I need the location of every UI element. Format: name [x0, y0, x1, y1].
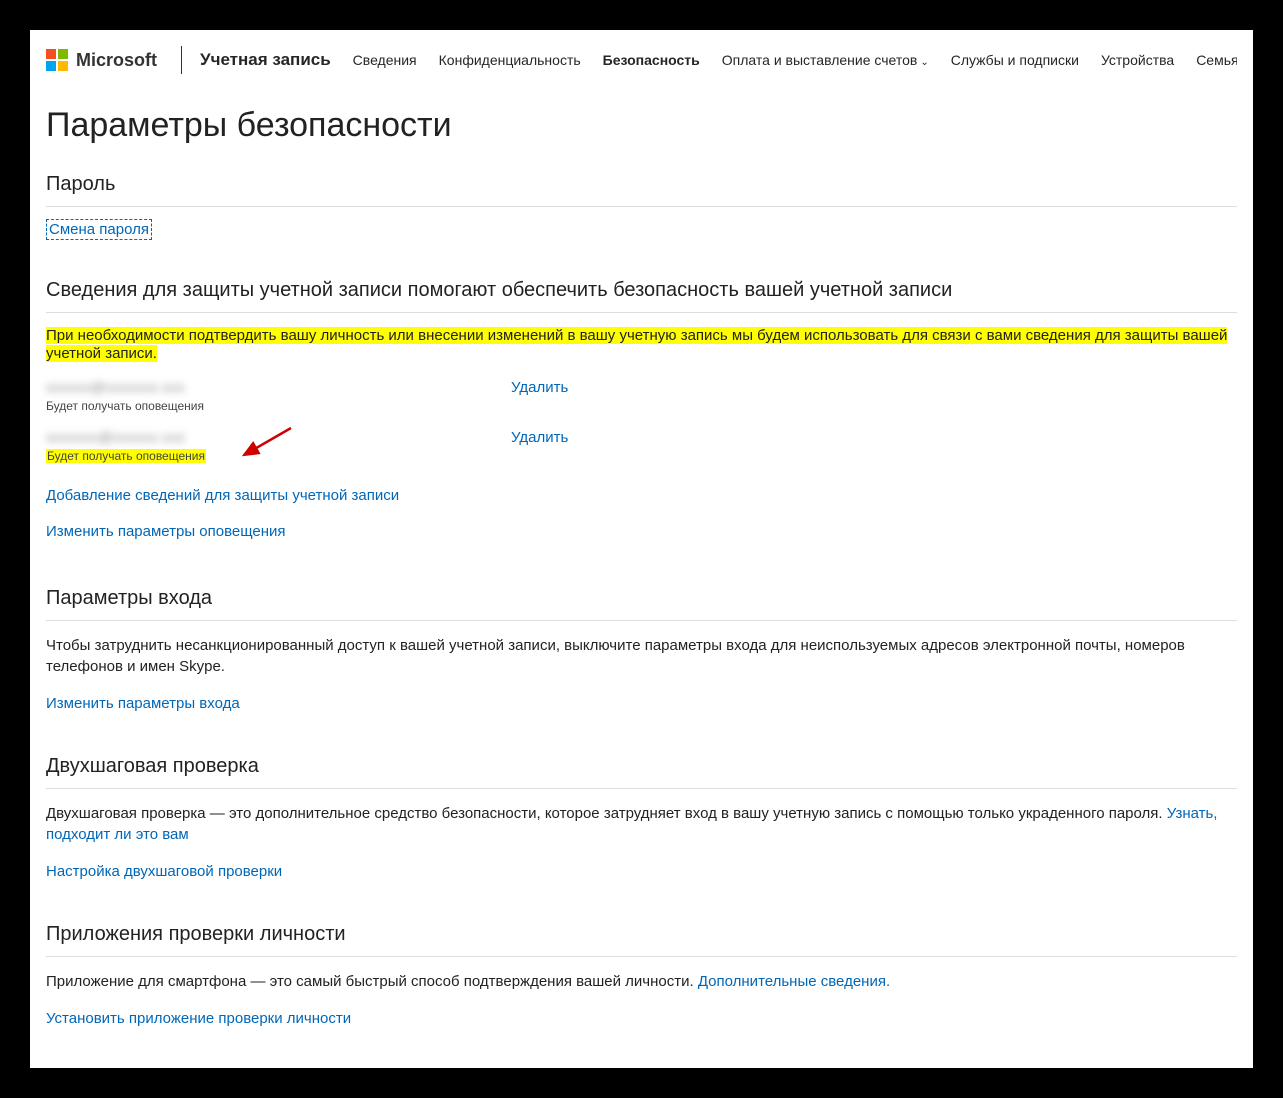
main-nav: Учетная запись Сведения Конфиденциальнос…: [200, 50, 1237, 70]
protection-email-1: xxxxxx@xxxxxxx.xxx: [46, 379, 511, 395]
signin-heading: Параметры входа: [46, 587, 1237, 610]
chevron-down-icon: ⌄: [920, 57, 928, 68]
protection-entry-2: xxxxxxx@xxxxxx.xxx Будет получать оповещ…: [46, 429, 1237, 465]
microsoft-logo-icon: [46, 49, 68, 71]
change-alerts-link[interactable]: Изменить параметры оповещения: [46, 523, 286, 540]
content: Параметры безопасности Пароль Смена паро…: [30, 86, 1253, 1068]
protection-highlighted-text: При необходимости подтвердить вашу лично…: [46, 327, 1227, 362]
separator: [46, 206, 1237, 207]
nav-privacy[interactable]: Конфиденциальность: [439, 52, 581, 68]
identity-apps-setup-link[interactable]: Установить приложение проверки личности: [46, 1010, 351, 1027]
separator: [46, 956, 1237, 957]
nav-info[interactable]: Сведения: [353, 52, 417, 68]
separator: [46, 312, 1237, 313]
nav-security[interactable]: Безопасность: [603, 52, 700, 68]
nav-billing[interactable]: Оплата и выставление счетов⌄: [722, 52, 929, 68]
brand-text: Microsoft: [76, 50, 157, 71]
nav-family[interactable]: Семья: [1196, 52, 1237, 68]
nav-divider: [181, 46, 182, 74]
identity-apps-more-link[interactable]: Дополнительные сведения.: [698, 973, 890, 990]
separator: [46, 620, 1237, 621]
delete-link-2[interactable]: Удалить: [511, 429, 568, 446]
nav-services[interactable]: Службы и подписки: [951, 52, 1079, 68]
password-heading: Пароль: [46, 173, 1237, 196]
signin-body: Чтобы затруднить несанкционированный дос…: [46, 635, 1237, 677]
protection-sub-2: Будет получать оповещения: [46, 449, 206, 463]
delete-link-1[interactable]: Удалить: [511, 379, 568, 396]
protection-sub-1: Будет получать оповещения: [46, 399, 511, 413]
twostep-heading: Двухшаговая проверка: [46, 755, 1237, 778]
microsoft-logo[interactable]: Microsoft: [46, 49, 157, 71]
annotation-arrow-icon: [236, 423, 296, 463]
identity-apps-heading: Приложения проверки личности: [46, 923, 1237, 946]
protection-entry-1: xxxxxx@xxxxxxx.xxx Будет получать оповещ…: [46, 379, 1237, 413]
page-title: Параметры безопасности: [46, 106, 1237, 145]
page-container: Microsoft Учетная запись Сведения Конфид…: [30, 30, 1253, 1068]
twostep-setup-link[interactable]: Настройка двухшаговой проверки: [46, 863, 282, 880]
protection-heading: Сведения для защиты учетной записи помог…: [46, 279, 1237, 302]
nav-account[interactable]: Учетная запись: [200, 50, 331, 70]
change-password-link[interactable]: Смена пароля: [46, 219, 152, 240]
identity-apps-body: Приложение для смартфона — это самый быс…: [46, 971, 1237, 992]
separator: [46, 788, 1237, 789]
header: Microsoft Учетная запись Сведения Конфид…: [30, 30, 1253, 86]
twostep-body: Двухшаговая проверка — это дополнительно…: [46, 803, 1237, 845]
change-signin-link[interactable]: Изменить параметры входа: [46, 695, 240, 712]
nav-devices[interactable]: Устройства: [1101, 52, 1174, 68]
add-protection-link[interactable]: Добавление сведений для защиты учетной з…: [46, 487, 399, 504]
